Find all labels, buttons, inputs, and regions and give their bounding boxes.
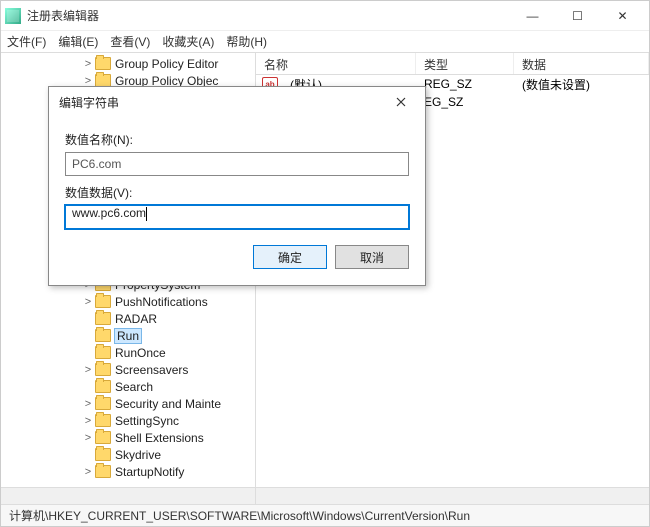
- tree-label: Shell Extensions: [115, 431, 204, 445]
- tree-item[interactable]: > StartupNotify: [1, 463, 255, 480]
- tree-label: Group Policy Editor: [115, 57, 218, 71]
- folder-icon: [95, 414, 111, 427]
- cell-type: EG_SZ: [416, 95, 514, 109]
- value-data-text: www.pc6.com: [72, 206, 146, 220]
- menu-edit[interactable]: 编辑(E): [58, 33, 98, 50]
- app-icon: [5, 8, 21, 24]
- expand-toggle[interactable]: >: [81, 398, 95, 410]
- edit-string-dialog: 编辑字符串 数值名称(N): 数值数据(V): www.pc6.com 确定 取…: [48, 86, 426, 286]
- tree-hscroll[interactable]: [1, 487, 255, 504]
- expand-toggle[interactable]: >: [81, 432, 95, 444]
- tree-item[interactable]: > PushNotifications: [1, 293, 255, 310]
- folder-icon: [95, 431, 111, 444]
- window-title: 注册表编辑器: [27, 7, 99, 24]
- value-data-input[interactable]: www.pc6.com: [65, 205, 409, 229]
- ok-button[interactable]: 确定: [253, 245, 327, 269]
- close-button[interactable]: ✕: [600, 1, 645, 30]
- value-name-input[interactable]: [65, 152, 409, 176]
- folder-icon: [95, 397, 111, 410]
- expand-toggle[interactable]: >: [81, 415, 95, 427]
- status-path: 计算机\HKEY_CURRENT_USER\SOFTWARE\Microsoft…: [9, 507, 470, 524]
- menubar: 文件(F) 编辑(E) 查看(V) 收藏夹(A) 帮助(H): [1, 31, 649, 53]
- folder-icon: [95, 57, 111, 70]
- folder-icon: [95, 448, 111, 461]
- folder-icon: [95, 329, 111, 342]
- expand-toggle[interactable]: >: [81, 466, 95, 478]
- tree-item[interactable]: > Group Policy Editor: [1, 55, 255, 72]
- expand-toggle[interactable]: >: [81, 75, 95, 87]
- maximize-button[interactable]: ☐: [555, 1, 600, 30]
- value-name-label: 数值名称(N):: [65, 131, 409, 148]
- list-header: 名称 类型 数据: [256, 53, 649, 75]
- col-name[interactable]: 名称: [256, 53, 416, 74]
- tree-label: Security and Mainte: [115, 397, 221, 411]
- tree-item[interactable]: RADAR: [1, 310, 255, 327]
- menu-view[interactable]: 查看(V): [110, 33, 150, 50]
- tree-item[interactable]: RunOnce: [1, 344, 255, 361]
- value-data-label: 数值数据(V):: [65, 184, 409, 201]
- col-type[interactable]: 类型: [416, 53, 514, 74]
- tree-item[interactable]: > Shell Extensions: [1, 429, 255, 446]
- tree-label: Skydrive: [115, 448, 161, 462]
- tree-label: Search: [115, 380, 153, 394]
- list-hscroll[interactable]: [256, 487, 649, 504]
- tree-label: RunOnce: [115, 346, 166, 360]
- tree-label: StartupNotify: [115, 465, 184, 479]
- tree-item[interactable]: Skydrive: [1, 446, 255, 463]
- tree-label: Screensavers: [115, 363, 188, 377]
- text-cursor: [146, 207, 147, 221]
- folder-icon: [95, 380, 111, 393]
- tree-item[interactable]: > Security and Mainte: [1, 395, 255, 412]
- titlebar[interactable]: 注册表编辑器 — ☐ ✕: [1, 1, 649, 31]
- menu-help[interactable]: 帮助(H): [226, 33, 267, 50]
- expand-toggle[interactable]: >: [81, 58, 95, 70]
- tree-item[interactable]: > Screensavers: [1, 361, 255, 378]
- col-data[interactable]: 数据: [514, 53, 649, 74]
- dialog-close-button[interactable]: [387, 88, 415, 116]
- tree-item[interactable]: > SettingSync: [1, 412, 255, 429]
- expand-toggle[interactable]: >: [81, 296, 95, 308]
- cell-type: REG_SZ: [416, 77, 514, 91]
- dialog-titlebar[interactable]: 编辑字符串: [49, 87, 425, 117]
- menu-favorites[interactable]: 收藏夹(A): [162, 33, 214, 50]
- tree-label: Run: [115, 329, 141, 343]
- tree-item[interactable]: Search: [1, 378, 255, 395]
- folder-icon: [95, 312, 111, 325]
- dialog-title: 编辑字符串: [59, 94, 119, 111]
- folder-icon: [95, 363, 111, 376]
- tree-label: RADAR: [115, 312, 157, 326]
- statusbar: 计算机\HKEY_CURRENT_USER\SOFTWARE\Microsoft…: [1, 504, 649, 526]
- expand-toggle[interactable]: >: [81, 364, 95, 376]
- folder-icon: [95, 295, 111, 308]
- tree-label: SettingSync: [115, 414, 179, 428]
- cell-data: (数值未设置): [514, 76, 649, 93]
- folder-icon: [95, 465, 111, 478]
- tree-label: PushNotifications: [115, 295, 208, 309]
- tree-item[interactable]: Run: [1, 327, 255, 344]
- menu-file[interactable]: 文件(F): [7, 33, 46, 50]
- dialog-body: 数值名称(N): 数值数据(V): www.pc6.com 确定 取消: [49, 117, 425, 285]
- close-icon: [396, 97, 406, 107]
- folder-icon: [95, 346, 111, 359]
- dialog-buttons: 确定 取消: [65, 245, 409, 269]
- minimize-button[interactable]: —: [510, 1, 555, 30]
- cancel-button[interactable]: 取消: [335, 245, 409, 269]
